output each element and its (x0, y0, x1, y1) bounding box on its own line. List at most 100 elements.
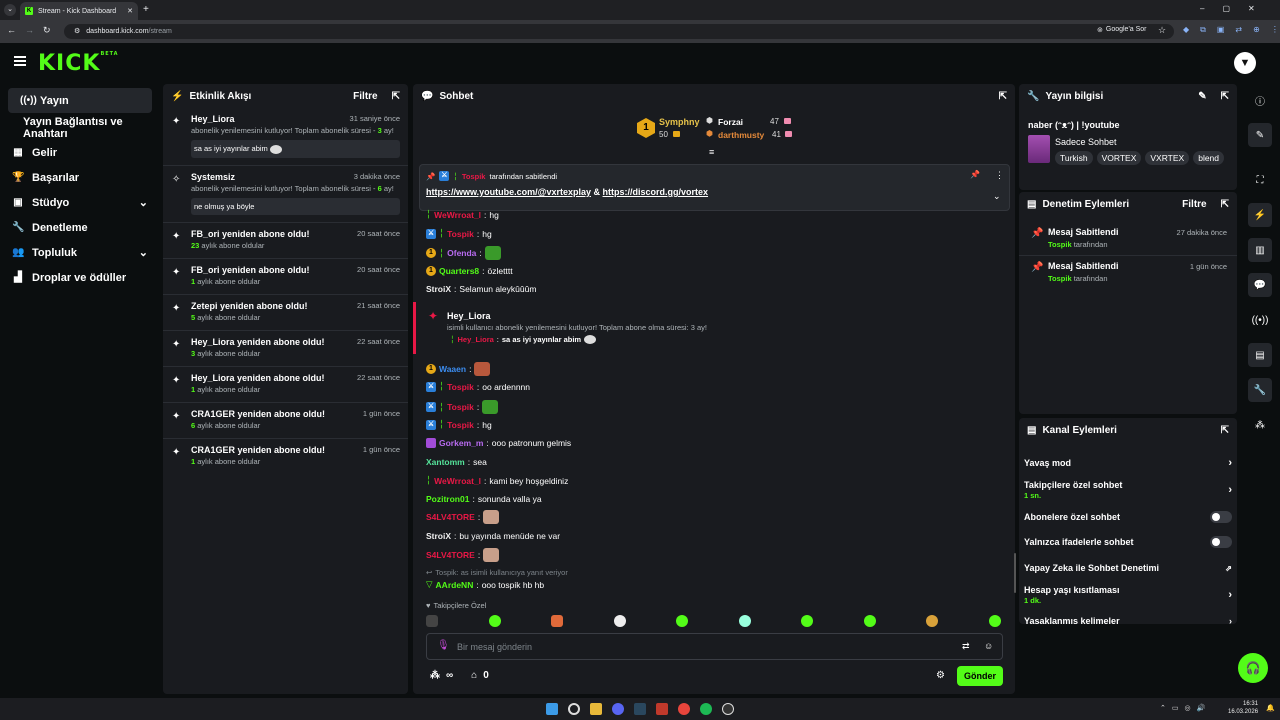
mod-action-item[interactable]: 📌 Mesaj Sabitlendi Tospik tarafından 1 g… (1019, 256, 1237, 290)
broadcast-icon[interactable]: ((•)) (1248, 308, 1272, 332)
chat-message[interactable]: ╎ WeWrroat_l: hg (426, 209, 499, 220)
expand-leaderboard-icon[interactable]: ≡ (709, 147, 714, 157)
menu-hamburger-icon[interactable] (14, 56, 26, 66)
chat-sub-event[interactable]: ✦ Hey_Liora isimli kullanıcı abonelik ye… (413, 302, 1015, 354)
close-tab-icon[interactable]: ✕ (127, 7, 133, 15)
chat-username[interactable]: Pozitron01 (426, 494, 469, 504)
feed-item[interactable]: ✦ Hey_Liora yeniden abone oldu! 22 saat … (163, 367, 408, 403)
send-button[interactable]: Gönder (957, 666, 1003, 686)
nav-item-stream-key[interactable]: Yayın Bağlantısı ve Anahtarı (0, 115, 160, 140)
emote-option[interactable] (488, 615, 501, 627)
chat-username[interactable]: StroiX (426, 531, 451, 541)
fullscreen-icon[interactable]: ⛶ (1248, 168, 1272, 192)
slow-mode-row[interactable]: Yavaş mod › (1024, 456, 1232, 470)
bookmark-star-icon[interactable]: ☆ (1158, 25, 1166, 36)
chat-username[interactable]: WeWrroat_l (434, 210, 481, 220)
chat-icon[interactable]: 💬 (1248, 273, 1272, 297)
app-icon[interactable] (656, 703, 668, 715)
chat-username[interactable]: S4LV4TORE (426, 512, 475, 522)
chat-message[interactable]: Xantomm: sea (426, 457, 487, 467)
edit-icon[interactable]: ✎ (1248, 123, 1272, 147)
tag-chip[interactable]: blend (1193, 151, 1225, 165)
panel-scrollbar[interactable] (1014, 553, 1016, 593)
chat-input-placeholder[interactable]: Bir mesaj gönderin (457, 642, 532, 652)
chat-username[interactable]: WeWrroat_l (434, 476, 481, 486)
chat-message[interactable]: S4LV4TORE: (426, 548, 500, 562)
chat-username[interactable]: Xantomm (426, 457, 465, 467)
emote-option[interactable] (863, 615, 876, 627)
address-bar[interactable]: ⚙ dashboard.kick.com/stream (64, 24, 1174, 39)
microphone-icon[interactable]: 🎙 (437, 640, 450, 651)
mod-filter-button[interactable]: Filtre (1182, 199, 1206, 210)
followers-only-row[interactable]: Takipçilere özel sohbet 1 sn. › (1024, 479, 1232, 501)
popout-icon[interactable]: ⇱ (1221, 199, 1229, 210)
pinned-link-youtube[interactable]: https://www.youtube.com/@vxrtexplay (426, 187, 591, 197)
chat-username[interactable]: Ofenda (447, 248, 476, 258)
pinned-expand-chevron-icon[interactable]: ⌄ (993, 191, 1001, 202)
chat-message[interactable]: S4LV4TORE: (426, 510, 500, 524)
chat-message[interactable]: 1 Waaen: (426, 362, 491, 376)
chat-message[interactable]: ▽ AArdeNN: ooo tospik hb hb (426, 579, 544, 590)
notification-bell-icon[interactable]: 🔔 (1266, 704, 1275, 712)
chat-username[interactable]: Waaen (439, 364, 466, 374)
chat-message[interactable]: Pozitron01: sonunda valla ya (426, 494, 542, 504)
chat-message[interactable]: ⚔ ╎ Tospik: hg (426, 419, 492, 430)
extension-icons[interactable]: ◆⧉▣⇄⊕⋮ (1183, 25, 1280, 35)
feed-item[interactable]: ✦ Hey_Liora yeniden abone oldu! 22 saat … (163, 331, 408, 367)
notes-icon[interactable]: ▥ (1248, 238, 1272, 262)
kick-logo[interactable]: KICKBETA (38, 51, 119, 76)
browser-tab[interactable]: K Stream - Kick Dashboard ✕ (20, 2, 138, 20)
gift-drops-icon[interactable]: ⁂ (430, 670, 440, 681)
chat-message[interactable]: ⚔ ╎ Tospik: hg (426, 228, 492, 239)
tag-chip[interactable]: VORTEX (1096, 151, 1142, 165)
chat-message[interactable]: ╎ WeWrroat_l: kami bey hoşgeldiniz (426, 475, 568, 486)
nav-item-studio[interactable]: ▣ Stüdyo ⌄ (0, 190, 160, 215)
steam-icon[interactable] (634, 703, 646, 715)
nav-item-achievements[interactable]: 🏆 Başarılar (0, 165, 160, 190)
nav-item-community[interactable]: 👥 Topluluk ⌄ (0, 240, 160, 265)
forward-icon[interactable]: → (25, 25, 34, 35)
emote-option[interactable] (551, 615, 564, 627)
info-icon[interactable]: ⓘ (1248, 88, 1272, 112)
ai-moderation-row[interactable]: Yapay Zeka ile Sohbet Denetimi ⇗ (1024, 561, 1232, 575)
chat-message[interactable]: StroiX: Selamun aleykûûûm (426, 284, 536, 294)
popout-icon[interactable]: ⇱ (1221, 425, 1229, 436)
tab-search-icon[interactable]: ⌄ (4, 4, 16, 16)
pinned-link-discord[interactable]: https://discord.gg/vortex (603, 187, 709, 197)
nav-item-drops[interactable]: ▟ Droplar ve ödüller (0, 265, 160, 290)
layout-icon[interactable]: ▤ (1248, 343, 1272, 367)
popout-icon[interactable]: ⇱ (392, 91, 400, 102)
sub-event-reply-user[interactable]: Hey_Liora (458, 335, 494, 344)
banned-words-row[interactable]: Yasaklanmış kelimeler › (1024, 616, 1232, 624)
sub-event-user[interactable]: Hey_Liora (447, 311, 491, 321)
reload-icon[interactable]: ↻ (43, 25, 51, 36)
emotes-only-toggle[interactable] (1210, 536, 1232, 548)
feed-item[interactable]: ✦ CRA1GER yeniden abone oldu! 1 gün önce… (163, 439, 408, 474)
chrome-icon[interactable] (678, 703, 690, 715)
feed-item[interactable]: ✦ FB_ori yeniden abone oldu! 20 saat önc… (163, 223, 408, 259)
chat-username[interactable]: Gorkem_m (439, 438, 483, 448)
tag-chip[interactable]: Turkish (1055, 151, 1093, 165)
emote-option[interactable] (426, 615, 438, 627)
chat-username[interactable]: Tospik (447, 229, 474, 239)
chat-username[interactable]: Tospik (447, 382, 474, 392)
edit-pencil-icon[interactable]: ✎ (1198, 91, 1206, 102)
back-icon[interactable]: ← (7, 25, 16, 35)
mod-action-user[interactable]: Tospik (1048, 274, 1072, 283)
chat-message[interactable]: Gorkem_m: ooo patronum gelmis (426, 438, 571, 448)
emote-option[interactable] (926, 615, 939, 627)
chat-message[interactable]: ⚔ ╎ Tospik: oo ardennnn (426, 381, 530, 392)
activity-filter-button[interactable]: Filtre (353, 91, 377, 102)
taskbar-clock[interactable]: 16:31 16.03.2026 (1228, 700, 1258, 716)
chat-username[interactable]: S4LV4TORE (426, 550, 475, 560)
chat-settings-icon[interactable]: ⚙ (936, 670, 945, 681)
chat-message[interactable]: StroiX: bu yayında menüde ne var (426, 531, 560, 541)
obs-icon[interactable] (722, 703, 734, 715)
emoji-icon[interactable]: ☺ (984, 641, 993, 651)
unpin-icon[interactable]: 📌 (970, 170, 980, 179)
emote-option[interactable] (676, 615, 689, 627)
stream-category[interactable]: Sadece Sohbet (1055, 137, 1117, 147)
tools-icon[interactable]: 🔧 (1248, 378, 1272, 402)
spotify-icon[interactable] (700, 703, 712, 715)
feed-item[interactable]: ✧ Systemsiz 3 dakika önce abonelik yenil… (163, 166, 408, 223)
